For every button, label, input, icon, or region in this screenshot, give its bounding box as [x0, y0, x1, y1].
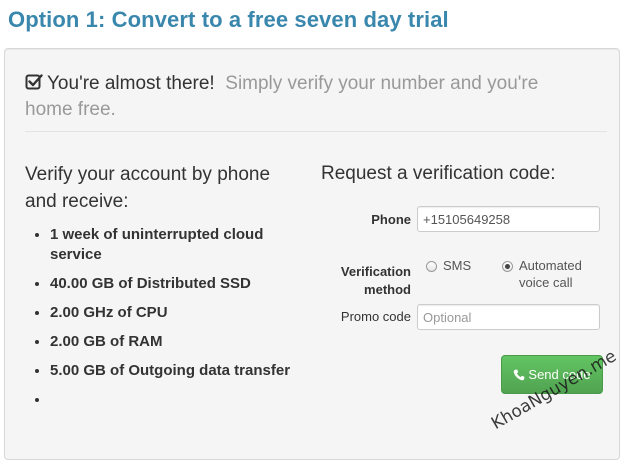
promo-code-input[interactable]	[417, 304, 600, 330]
list-item: 2.00 GHz of CPU	[50, 303, 295, 323]
verification-form: Request a verification code:	[321, 161, 611, 187]
promo-code-label: Promo code	[340, 309, 411, 324]
verification-method-label-line1: Verification	[340, 264, 411, 279]
benefits-section: Verify your account by phone and receive…	[25, 161, 295, 419]
verification-method-label: Verification method	[321, 263, 411, 299]
form-heading: Request a verification code:	[321, 163, 556, 184]
phone-icon	[514, 369, 525, 380]
verification-method-label-line2: method	[364, 282, 411, 297]
list-item: 5.00 GB of Outgoing data transfer	[50, 361, 295, 381]
phone-input[interactable]	[417, 206, 600, 232]
benefits-heading: Verify your account by phone and receive…	[25, 164, 271, 212]
benefits-list: 1 week of uninterrupted cloud service 40…	[25, 225, 295, 410]
radio-selected-dot	[505, 264, 510, 269]
voice-call-radio[interactable]	[502, 261, 513, 272]
notice: You're almost there! Simply verify your …	[25, 71, 585, 123]
sms-radio[interactable]	[426, 261, 437, 272]
list-item: 1 week of uninterrupted cloud service	[50, 225, 295, 265]
voice-call-radio-label[interactable]: Automated voice call	[519, 257, 597, 291]
phone-label: Phone	[371, 212, 411, 227]
list-item: 40.00 GB of Distributed SSD	[50, 274, 295, 294]
list-item: 2.00 GB of RAM	[50, 332, 295, 352]
divider	[25, 131, 607, 132]
notice-title: You're almost there!	[47, 73, 215, 94]
list-item	[50, 390, 295, 410]
page-title: Option 1: Convert to a free seven day tr…	[8, 7, 449, 32]
checkbox-check-icon	[25, 74, 43, 90]
sms-radio-label[interactable]: SMS	[443, 257, 471, 274]
